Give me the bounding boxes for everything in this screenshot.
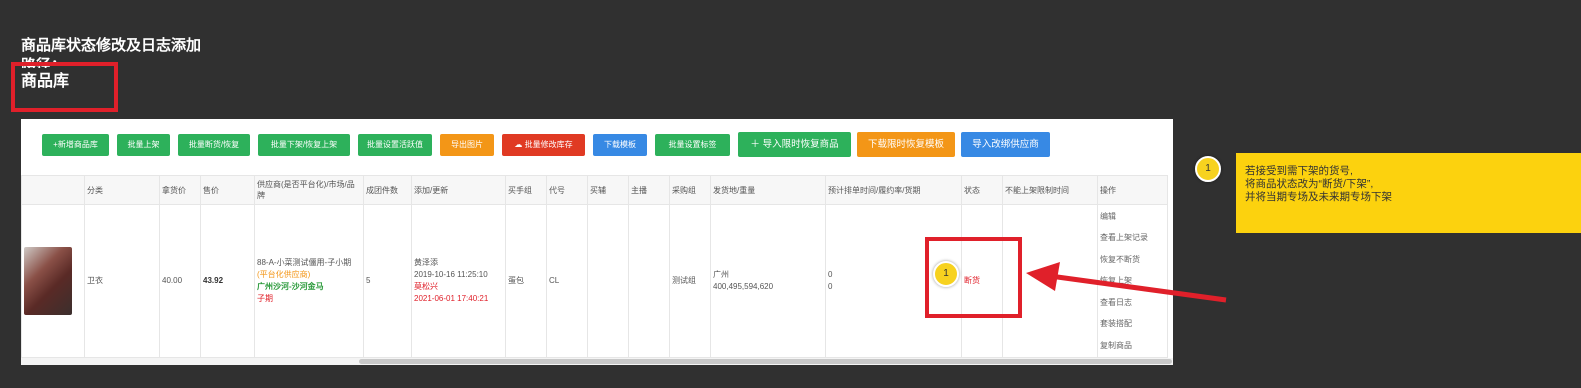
cell-group-qty: 5: [363, 204, 412, 358]
cell-supplier: 88-A-小菜测试僵用-子小期 (平台化供应商) 广州沙河-沙河金马 子期: [254, 204, 364, 358]
note-step-marker: 1: [1195, 156, 1221, 182]
batch-out-of-stock-button[interactable]: 批量断货/恢复: [178, 134, 250, 156]
col-added-updated: 添加/更新: [411, 175, 506, 205]
batch-delist-button[interactable]: 批量下架/恢复上架: [258, 134, 350, 156]
col-purchase-group: 采购组: [669, 175, 711, 205]
cell-cost-price: 40.00: [159, 204, 201, 358]
status-step-marker: 1: [933, 261, 959, 287]
batch-stock-label: 批量修改库存: [524, 140, 573, 149]
col-ship-weight: 发货地/重量: [710, 175, 826, 205]
note-line-3: 并将当期专场及未来期专场下架: [1245, 191, 1392, 203]
col-cost-price: 拿货价: [159, 175, 201, 205]
batch-activity-button[interactable]: 批量设置活跃值: [358, 134, 432, 156]
crumb-highlight-box: [11, 62, 118, 112]
horizontal-scrollbar[interactable]: [21, 358, 1173, 365]
col-anchor: 主播: [628, 175, 670, 205]
weight: 400,495,594,620: [713, 282, 774, 291]
cell-anchor: [628, 204, 670, 358]
import-timed-restore-label: 导入限时恢复商品: [762, 139, 839, 150]
col-schedule: 预计排单时间/履约率/货期: [825, 175, 962, 205]
cell-ops: 编辑 查看上架记录 恢复不断货 恢复上架 查看日志 套装搭配 复制商品: [1097, 204, 1168, 358]
col-status: 状态: [961, 175, 1003, 205]
supplier-name: 88-A-小菜测试僵用-子小期: [257, 258, 352, 267]
col-restrict-time: 不能上架限制时间: [1002, 175, 1098, 205]
cell-code: CL: [546, 204, 588, 358]
added-at: 2019-10-16 11:25:10: [414, 270, 488, 279]
cell-assistant: [587, 204, 629, 358]
op-restore-in-stock[interactable]: 恢复不断货: [1100, 249, 1165, 271]
market-name: 广州沙河-沙河金马: [257, 282, 324, 291]
col-assistant: 买辅: [587, 175, 629, 205]
product-thumbnail[interactable]: [24, 247, 72, 315]
toolbar: +新增商品库 批量上架 批量断货/恢复 批量下架/恢复上架 批量设置活跃值 导出…: [21, 119, 1173, 175]
plus-icon: ＋: [750, 139, 763, 150]
op-copy-product[interactable]: 复制商品: [1100, 335, 1165, 357]
batch-stock-button[interactable]: ☁ 批量修改库存: [502, 134, 585, 156]
cloud-icon: ☁: [514, 140, 525, 149]
col-image: [21, 175, 85, 205]
col-sale-price: 售价: [200, 175, 255, 205]
batch-list-button[interactable]: 批量上架: [117, 134, 170, 156]
cell-added-updated: 黄泽添 2019-10-16 11:25:10 莫松兴 2021-06-01 1…: [411, 204, 506, 358]
op-listing-history[interactable]: 查看上架记录: [1100, 227, 1165, 249]
scrollbar-thumb[interactable]: [359, 359, 1172, 364]
batch-tags-button[interactable]: 批量设置标签: [655, 134, 730, 156]
cell-category: 卫衣: [84, 204, 160, 358]
col-code: 代号: [546, 175, 588, 205]
col-group-qty: 成团件数: [363, 175, 412, 205]
cell-sale-price: 43.92: [200, 204, 255, 358]
cell-ship-weight: 广州 400,495,594,620: [710, 204, 826, 358]
col-ops: 操作: [1097, 175, 1168, 205]
platform-tag: (平台化供应商): [257, 270, 311, 279]
note-line-2: 将商品状态改为“断货/下架”,: [1245, 178, 1374, 190]
doc-title: 商品库状态修改及日志添加: [21, 37, 202, 54]
added-by: 黄泽添: [414, 258, 438, 267]
col-supplier: 供应商(是否平台化)/市场/品牌: [254, 175, 364, 205]
download-template-button[interactable]: 下载模板: [593, 134, 647, 156]
cell-purchase-group: 测试组: [669, 204, 711, 358]
cell-image: [21, 204, 85, 358]
updated-by: 莫松兴: [414, 282, 438, 291]
add-product-button[interactable]: +新增商品库: [42, 134, 109, 156]
table-header-row: 分类 拿货价 售价 供应商(是否平台化)/市场/品牌 成团件数 添加/更新 买手…: [21, 175, 1168, 205]
ship-from: 广州: [713, 270, 729, 279]
col-category: 分类: [84, 175, 160, 205]
import-rebind-supplier-button[interactable]: 导入改绑供应商: [961, 132, 1050, 157]
op-bundle[interactable]: 套装搭配: [1100, 313, 1165, 335]
import-timed-restore-button[interactable]: ＋ 导入限时恢复商品: [738, 132, 851, 157]
annotation-note: 若接受到需下架的货号, 将商品状态改为“断货/下架”, 并将当期专场及未来期专场…: [1236, 153, 1581, 233]
download-timed-template-button[interactable]: 下载限时恢复模板: [857, 132, 955, 157]
export-images-button[interactable]: 导出图片: [440, 134, 494, 156]
brand-name: 子期: [257, 294, 273, 303]
op-view-log[interactable]: 查看日志: [1100, 292, 1165, 314]
op-relist[interactable]: 恢复上架: [1100, 270, 1165, 292]
op-edit[interactable]: 编辑: [1100, 206, 1165, 228]
col-buyer-group: 买手组: [505, 175, 547, 205]
cell-buyer-group: 蛋包: [505, 204, 547, 358]
updated-at: 2021-06-01 17:40:21: [414, 294, 489, 303]
note-line-1: 若接受到需下架的货号,: [1245, 165, 1353, 177]
